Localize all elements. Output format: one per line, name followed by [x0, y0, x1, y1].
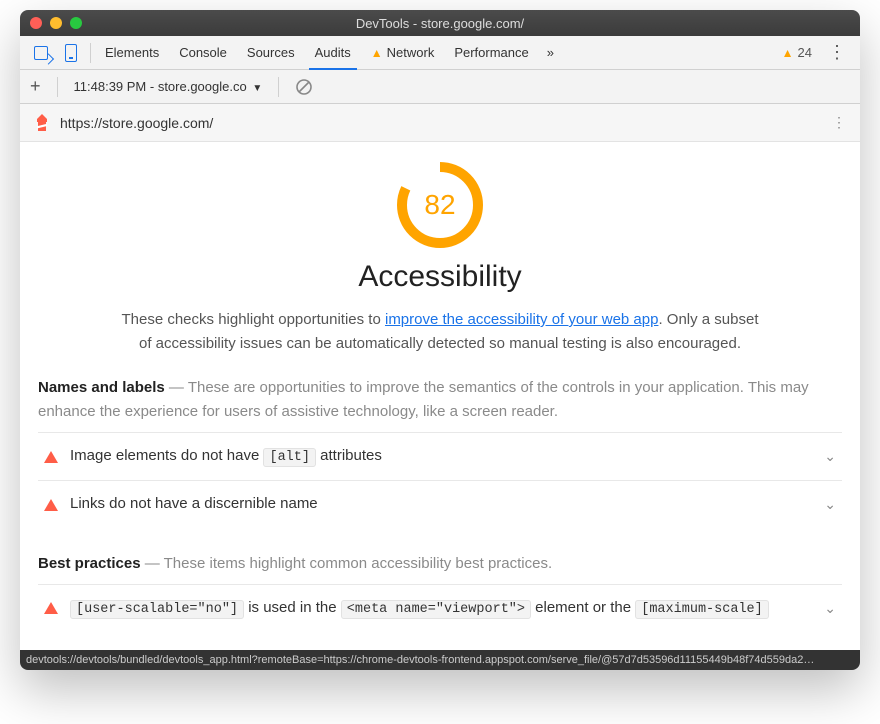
warning-icon: ▲: [782, 46, 794, 60]
warnings-count: 24: [798, 45, 812, 60]
devtools-window: DevTools - store.google.com/ Elements Co…: [20, 10, 860, 670]
chevron-down-icon: ▼: [252, 83, 262, 94]
audit-run-label: 11:48:39 PM - store.google.co: [74, 79, 247, 94]
inspect-element-button[interactable]: [26, 38, 56, 68]
separator: [278, 77, 279, 97]
window-title: DevTools - store.google.com/: [20, 16, 860, 31]
settings-menu-button[interactable]: ⋮: [820, 42, 854, 63]
fail-icon: [44, 499, 58, 511]
chevron-down-icon: ⌄: [824, 600, 836, 617]
tab-label: Console: [179, 45, 227, 60]
section-title: Names and labels: [38, 379, 165, 396]
tab-label: Elements: [105, 45, 159, 60]
score-gauge: 82: [38, 160, 842, 250]
tab-network[interactable]: ▲ Network: [361, 36, 445, 70]
lighthouse-icon: [34, 113, 50, 133]
section-best-practices: Best practices — These items highlight c…: [38, 552, 842, 576]
separator: [57, 77, 58, 97]
report-body: 82 Accessibility These checks highlight …: [20, 142, 860, 650]
audit-title: Links do not have a discernible name: [70, 493, 812, 516]
warnings-badge[interactable]: ▲ 24: [774, 45, 820, 60]
chevron-down-icon: ⌄: [824, 448, 836, 465]
score-value: 82: [395, 160, 485, 250]
report-urlbar: https://store.google.com/ ⋮: [20, 104, 860, 142]
section-title: Best practices: [38, 555, 141, 572]
clear-button[interactable]: [295, 78, 313, 96]
tab-audits[interactable]: Audits: [305, 36, 361, 70]
new-audit-button[interactable]: +: [30, 76, 41, 97]
improve-accessibility-link[interactable]: improve the accessibility of your web ap…: [385, 311, 658, 328]
report-menu-button[interactable]: ⋮: [832, 114, 846, 131]
separator: [90, 43, 91, 63]
section-names-and-labels: Names and labels — These are opportuniti…: [38, 376, 842, 424]
warning-icon: ▲: [371, 46, 383, 60]
tab-sources[interactable]: Sources: [237, 36, 305, 70]
audit-title: [user-scalable="no"] is used in the <met…: [70, 597, 812, 620]
category-description: These checks highlight opportunities to …: [120, 308, 760, 356]
audit-run-select[interactable]: 11:48:39 PM - store.google.co ▼: [74, 79, 263, 94]
tab-label: Audits: [315, 45, 351, 60]
section-desc: These items highlight common accessibili…: [164, 555, 553, 572]
fail-icon: [44, 451, 58, 463]
tab-label: Network: [387, 45, 435, 60]
tab-console[interactable]: Console: [169, 36, 237, 70]
audit-title: Image elements do not have [alt] attribu…: [70, 445, 812, 468]
tab-label: Sources: [247, 45, 295, 60]
titlebar: DevTools - store.google.com/: [20, 10, 860, 36]
toggle-device-toolbar-button[interactable]: [56, 38, 86, 68]
audit-row-user-scalable[interactable]: [user-scalable="no"] is used in the <met…: [38, 584, 842, 632]
report-url: https://store.google.com/: [60, 115, 213, 131]
status-bar: devtools://devtools/bundled/devtools_app…: [20, 650, 860, 670]
more-tabs-button[interactable]: »: [539, 36, 562, 70]
status-text: devtools://devtools/bundled/devtools_app…: [26, 654, 814, 666]
audit-row-img-alt[interactable]: Image elements do not have [alt] attribu…: [38, 432, 842, 480]
tab-elements[interactable]: Elements: [95, 36, 169, 70]
main-toolbar: Elements Console Sources Audits ▲ Network…: [20, 36, 860, 70]
fail-icon: [44, 602, 58, 614]
audits-subbar: + 11:48:39 PM - store.google.co ▼: [20, 70, 860, 104]
chevron-down-icon: ⌄: [824, 496, 836, 513]
category-title: Accessibility: [38, 260, 842, 294]
tab-performance[interactable]: Performance: [444, 36, 538, 70]
audit-row-link-name[interactable]: Links do not have a discernible name ⌄: [38, 480, 842, 528]
tab-label: Performance: [454, 45, 528, 60]
